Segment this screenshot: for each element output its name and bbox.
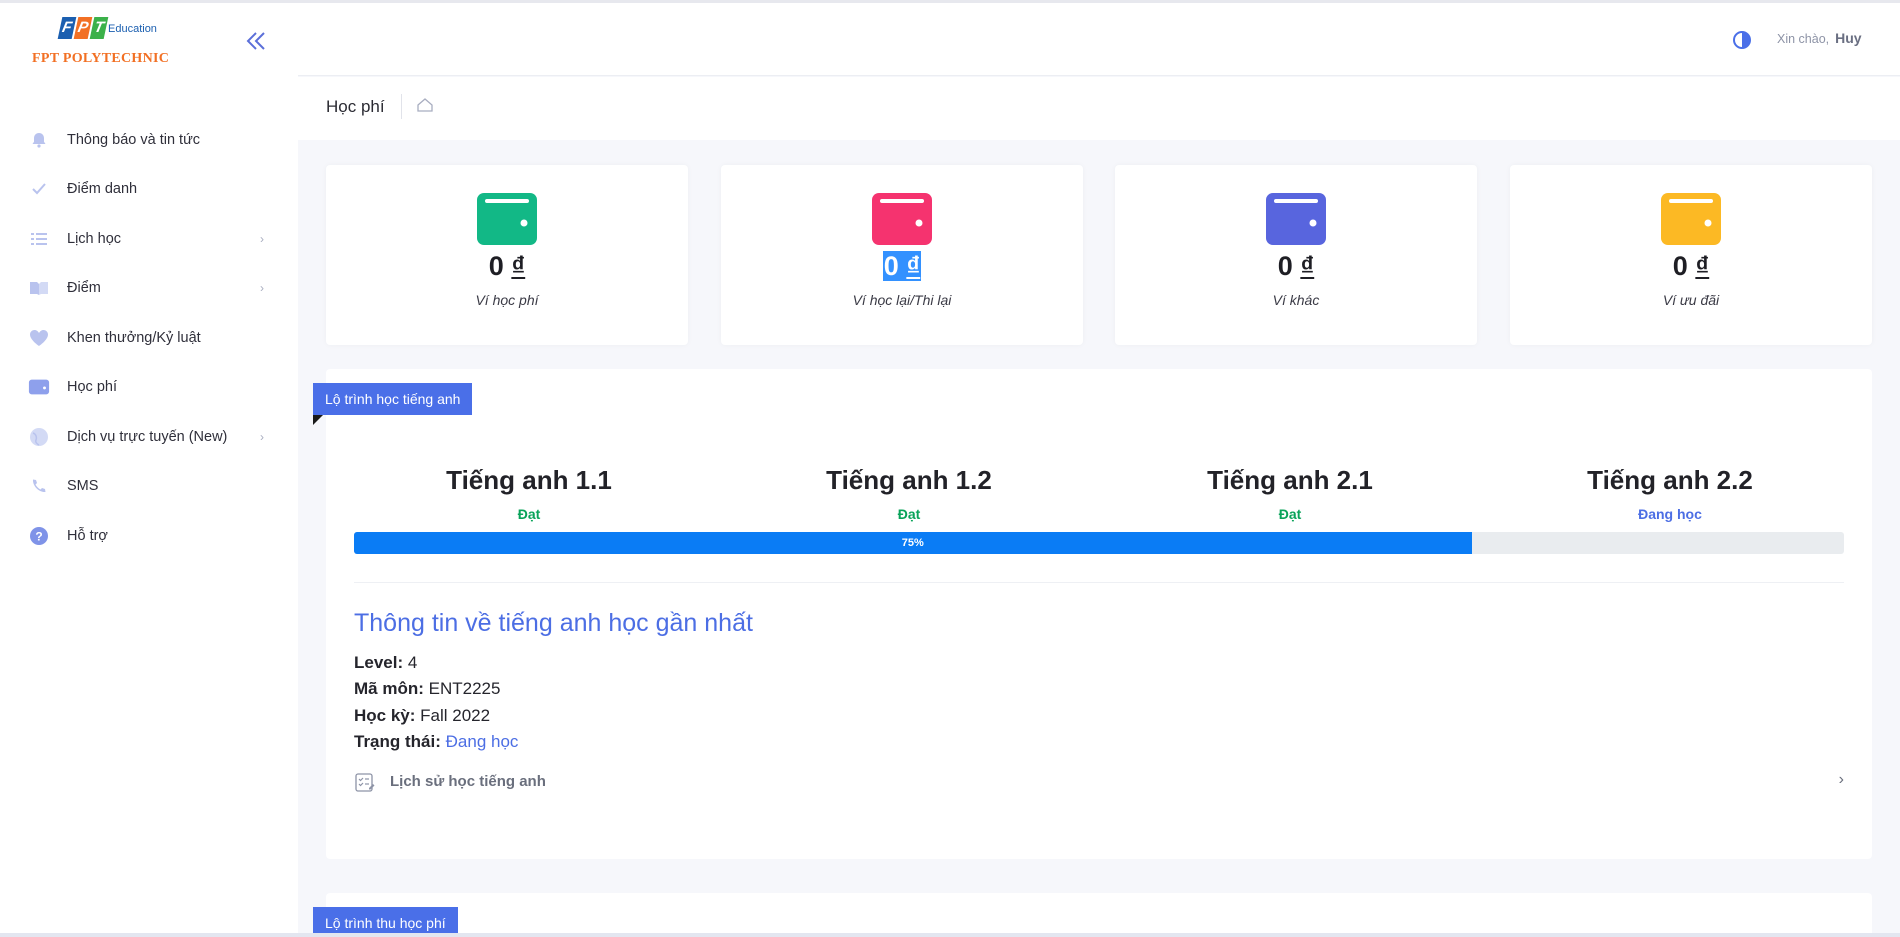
logo-education-text: Education [108,23,157,35]
english-levels: Tiếng anh 1.1 Đạt Tiếng anh 1.2 Đạt Tiến… [354,465,1844,525]
wallet-amount: 0 ₫ [488,251,526,281]
info-level: Level: 4 [354,653,418,672]
wallet-card-incentive: 0 ₫ Ví ưu đãi [1510,165,1872,345]
english-roadmap-ribbon: Lộ trình học tiếng anh [313,383,473,415]
collapse-sidebar-button[interactable] [244,29,270,53]
home-icon[interactable] [416,96,434,114]
sidebar-item-label: Hỗ trợ [67,527,108,544]
double-chevron-left-icon [246,32,265,50]
progress-fill: 75% [354,532,1472,554]
level-status: Đạt [897,506,921,522]
sidebar-menu: Thông báo và tin tức Điểm danh Lịch học … [0,115,298,561]
fpt-letters: F P T [57,17,109,41]
english-progress-bar: 75% [354,532,1844,554]
section-divider [354,582,1844,583]
level-name: Tiếng anh 2.2 [1587,465,1753,495]
logo-polytechnic-text: FPT POLYTECHNIC [32,51,170,66]
wallet-cards: 0 ₫ Ví học phí 0 ₫ Ví học lại/Thi lại 0 … [326,165,1872,345]
level-name: Tiếng anh 1.1 [446,465,612,495]
level-status: Đang học [1638,506,1702,522]
latest-english-info-title: Thông tin về tiếng anh học gần nhất [354,609,753,637]
wallet-icon [872,193,932,245]
wallet-amount: 0 ₫ [1672,251,1710,281]
wallet-label: Ví học lại/Thi lại [852,292,952,308]
sidebar-item-support[interactable]: ? Hỗ trợ [0,511,298,561]
wallet-icon [28,376,50,398]
theme-toggle-icon[interactable] [1732,30,1752,50]
wallet-amount: 0 ₫ [882,251,922,281]
level-item: Tiếng anh 1.2 Đạt [759,465,1059,522]
book-icon [28,277,50,299]
fpt-polytechnic-logo[interactable]: F P T Education FPT POLYTECHNIC [32,15,192,75]
wallet-icon [1266,193,1326,245]
bottom-border [0,933,1900,937]
sidebar-item-label: Điểm danh [67,181,138,198]
level-status: Đạt [1278,506,1302,522]
level-name: Tiếng anh 1.2 [826,465,992,495]
sidebar-item-online-services[interactable]: Dịch vụ trực tuyến (New) › [0,412,298,462]
info-subject-code: Mã môn: ENT2225 [354,679,501,698]
breadcrumb-divider [401,94,402,119]
level-status: Đạt [517,506,541,522]
wallet-label: Ví khác [1272,292,1320,308]
level-item: Tiếng anh 1.1 Đạt [379,465,679,522]
english-roadmap-panel: Lộ trình học tiếng anh Tiếng anh 1.1 Đạt… [313,369,1872,859]
sidebar-item-label: Điểm [67,280,101,297]
sidebar-item-label: Dịch vụ trực tuyến (New) [67,428,228,445]
sidebar-item-label: SMS [67,478,99,495]
phone-icon [28,475,50,497]
globe-icon [28,426,50,448]
wallet-card-tuition: 0 ₫ Ví học phí [326,165,688,345]
list-icon [28,228,50,250]
sidebar-item-label: Khen thưởng/Kỷ luật [67,329,201,346]
check-icon [28,178,50,200]
chevron-right-icon: › [260,429,264,444]
bell-icon [28,129,50,151]
level-item: Tiếng anh 2.1 Đạt [1140,465,1440,522]
svg-text:?: ? [35,529,42,543]
sidebar-item-label: Lịch học [67,230,122,247]
chevron-right-icon: › [260,281,264,296]
wallet-icon [1661,193,1721,245]
wallet-amount: 0 ₫ [1277,251,1315,281]
breadcrumb: Học phí [298,77,1900,140]
sidebar-item-notifications[interactable]: Thông báo và tin tức [0,115,298,165]
sidebar-item-tuition[interactable]: Học phí [0,363,298,413]
heart-icon [28,327,50,349]
user-greeting[interactable]: Xin chào, Huy [1777,30,1862,46]
level-name: Tiếng anh 2.1 [1207,465,1373,495]
checklist-icon [355,773,375,792]
ribbon-fold [313,415,323,425]
history-label: Lịch sử học tiếng anh [390,773,546,790]
level-item: Tiếng anh 2.2 Đang học [1520,465,1820,522]
logo-letter-t: T [89,17,109,39]
sidebar-item-label: Thông báo và tin tức [67,131,201,148]
wallet-icon [477,193,537,245]
main-content: Xin chào, Huy Học phí 0 ₫ Ví học phí 0 ₫ … [298,3,1900,937]
info-status: Trạng thái: Đang học [354,732,519,751]
sidebar-item-attendance[interactable]: Điểm danh [0,165,298,215]
user-name: Huy [1835,30,1862,46]
top-header: Xin chào, Huy [298,3,1900,76]
sidebar-item-label: Học phí [67,379,117,396]
wallet-card-retake: 0 ₫ Ví học lại/Thi lại [721,165,1083,345]
help-icon: ? [28,525,50,547]
sidebar: F P T Education FPT POLYTECHNIC Thông bá… [0,3,298,933]
greeting-text: Xin chào, [1777,32,1830,46]
chevron-right-icon: › [260,231,264,246]
english-history-link[interactable]: Lịch sử học tiếng anh › [354,769,1844,795]
info-term: Học kỳ: Fall 2022 [354,706,491,725]
sidebar-item-grades[interactable]: Điểm › [0,264,298,314]
page-title: Học phí [326,97,385,116]
sidebar-item-rewards-discipline[interactable]: Khen thưởng/Kỷ luật [0,313,298,363]
sidebar-item-sms[interactable]: SMS [0,462,298,512]
tuition-roadmap-panel: Lộ trình thu học phí [313,893,1872,937]
wallet-label: Ví học phí [475,292,539,308]
chevron-right-icon: › [1838,771,1844,788]
wallet-label: Ví ưu đãi [1662,292,1720,308]
sidebar-item-schedule[interactable]: Lịch học › [0,214,298,264]
wallet-card-other: 0 ₫ Ví khác [1115,165,1477,345]
